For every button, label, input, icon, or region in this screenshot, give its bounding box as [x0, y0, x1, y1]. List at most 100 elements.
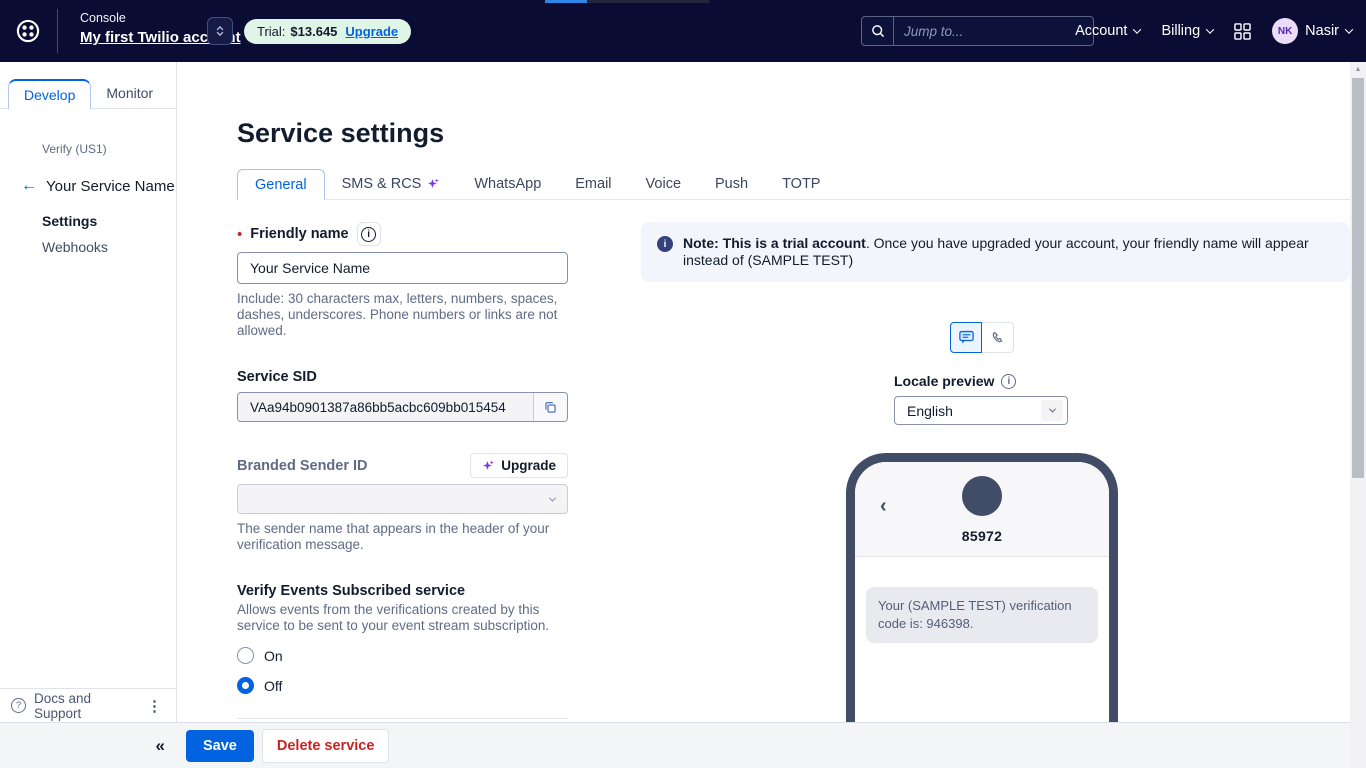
sidebar-section-label: Verify (US1) — [42, 142, 176, 156]
trial-note-banner: i Note: This is a trial account. Once yo… — [641, 222, 1350, 282]
sms-message-bubble: Your (SAMPLE TEST) verification code is:… — [866, 587, 1098, 643]
tab-monitor[interactable]: Monitor — [91, 78, 168, 108]
chevron-down-icon — [549, 494, 556, 501]
phone-preview: Locale preview i English ‹ 85972 Your — [846, 322, 1118, 768]
phone-mockup: ‹ 85972 Your (SAMPLE TEST) verification … — [846, 453, 1118, 768]
back-arrow-icon: ← — [21, 177, 37, 195]
account-menu[interactable]: Account — [1075, 23, 1140, 39]
sidebar-item-webhooks[interactable]: Webhooks — [42, 239, 176, 255]
chat-bubble-icon — [958, 329, 975, 346]
chevron-down-icon — [1206, 25, 1214, 33]
radio-checked[interactable] — [237, 677, 254, 694]
sidebar-back-service[interactable]: ← Your Service Name — [21, 177, 176, 195]
scrollbar-up-arrow[interactable]: ▲ — [1350, 62, 1366, 77]
avatar: NK — [1272, 18, 1298, 44]
search-icon[interactable] — [862, 17, 894, 45]
user-name: Nasir — [1305, 23, 1339, 39]
friendly-name-help: Include: 30 characters max, letters, num… — [237, 291, 568, 339]
sidebar-item-settings[interactable]: Settings — [42, 213, 176, 229]
upgrade-link[interactable]: Upgrade — [345, 24, 398, 39]
verify-events-label: Verify Events Subscribed service — [237, 583, 568, 599]
sparkle-icon — [482, 459, 495, 472]
kebab-menu-icon[interactable]: ⋮ — [143, 697, 166, 715]
preview-column: i Note: This is a trial account. Once yo… — [568, 222, 1350, 768]
loading-bar-track — [587, 0, 709, 3]
tab-sms-rcs[interactable]: SMS & RCS — [325, 168, 458, 199]
tab-voice[interactable]: Voice — [629, 168, 698, 199]
loading-bar-progress — [545, 0, 587, 3]
scrollbar-thumb[interactable] — [1352, 78, 1364, 478]
action-footer: « Save Delete service — [0, 722, 1350, 768]
service-sid-value: VAa94b0901387a86bb5acbc609bb015454 — [238, 393, 534, 421]
service-tabs: General SMS & RCS WhatsApp Email Voice P… — [237, 168, 1350, 200]
branded-sender-upgrade-button[interactable]: Upgrade — [470, 453, 568, 478]
service-sid-field: VAa94b0901387a86bb5acbc609bb015454 — [237, 392, 568, 422]
phone-header: ‹ 85972 — [855, 462, 1109, 557]
delete-service-button[interactable]: Delete service — [262, 729, 390, 763]
service-sid-label: Service SID — [237, 369, 568, 385]
save-button[interactable]: Save — [186, 730, 254, 762]
chevron-down-icon — [1041, 400, 1063, 421]
tab-email[interactable]: Email — [558, 168, 628, 199]
friendly-name-label: Friendly name — [250, 226, 348, 242]
twilio-console-page: Console My first Twilio account Trial: $… — [0, 0, 1366, 768]
branded-sender-help: The sender name that appears in the head… — [237, 521, 568, 553]
sidebar: Develop Monitor Verify (US1) ← Your Serv… — [0, 62, 177, 768]
tab-push[interactable]: Push — [698, 168, 765, 199]
channel-toggle — [846, 322, 1118, 353]
back-chevron-icon: ‹ — [880, 496, 887, 516]
tab-totp[interactable]: TOTP — [765, 168, 837, 199]
collapse-sidebar-icon[interactable]: « — [156, 736, 165, 756]
sms-preview-toggle[interactable] — [950, 322, 982, 353]
tab-general[interactable]: General — [237, 169, 325, 200]
help-icon: ? — [11, 698, 26, 713]
console-label: Console — [80, 11, 126, 25]
phone-icon — [990, 330, 1006, 346]
tab-whatsapp[interactable]: WhatsApp — [457, 168, 558, 199]
tab-develop[interactable]: Develop — [8, 79, 91, 109]
vertical-scrollbar[interactable]: ▲ — [1350, 62, 1366, 768]
branded-sender-label: Branded Sender ID — [237, 458, 368, 474]
chevron-down-icon — [1133, 25, 1141, 33]
search-input[interactable] — [894, 17, 1093, 45]
sidebar-collapse-zone: « — [0, 736, 177, 756]
account-switcher-button[interactable] — [207, 17, 233, 45]
branded-sender-select[interactable] — [237, 484, 568, 514]
radio-option-on[interactable]: On — [237, 647, 568, 664]
billing-menu[interactable]: Billing — [1161, 23, 1213, 39]
radio-unchecked[interactable] — [237, 647, 254, 664]
trial-amount: $13.645 — [290, 24, 337, 39]
friendly-name-input[interactable] — [237, 252, 568, 284]
sender-avatar — [962, 476, 1002, 516]
chevron-down-icon — [1345, 25, 1353, 33]
info-icon[interactable]: i — [1001, 374, 1016, 389]
docs-and-support[interactable]: ? Docs and Support ⋮ — [0, 688, 176, 722]
twilio-logo-icon[interactable] — [11, 14, 45, 48]
copy-icon — [543, 400, 558, 415]
header-divider — [57, 9, 58, 53]
locale-preview-label: Locale preview i — [894, 373, 1118, 389]
jump-to-search — [861, 16, 1094, 46]
trial-balance-badge: Trial: $13.645 Upgrade — [244, 19, 411, 44]
radio-option-off[interactable]: Off — [237, 677, 568, 694]
trial-label: Trial: — [257, 24, 285, 39]
info-filled-icon: i — [657, 236, 673, 252]
sender-number: 85972 — [855, 528, 1109, 544]
apps-grid-icon[interactable] — [1234, 23, 1251, 40]
user-menu[interactable]: NK Nasir — [1272, 18, 1352, 44]
trial-note-text: Note: This is a trial account. Once you … — [683, 235, 1334, 269]
up-down-chevrons-icon — [213, 23, 227, 39]
verify-events-help: Allows events from the verifications cre… — [237, 602, 568, 634]
page-title: Service settings — [237, 118, 1350, 149]
info-icon: i — [361, 227, 376, 242]
top-navbar: Console My first Twilio account Trial: $… — [0, 0, 1366, 62]
friendly-name-info-button[interactable]: i — [357, 222, 381, 246]
sparkle-icon — [427, 177, 440, 190]
required-marker: • — [237, 226, 242, 243]
copy-sid-button[interactable] — [534, 393, 567, 421]
locale-select[interactable]: English — [894, 396, 1068, 425]
voice-preview-toggle[interactable] — [982, 322, 1014, 353]
sidebar-tabs: Develop Monitor — [0, 62, 176, 109]
settings-form: • Friendly name i Include: 30 characters… — [237, 222, 568, 768]
main-content: Service settings General SMS & RCS Whats… — [177, 62, 1350, 768]
